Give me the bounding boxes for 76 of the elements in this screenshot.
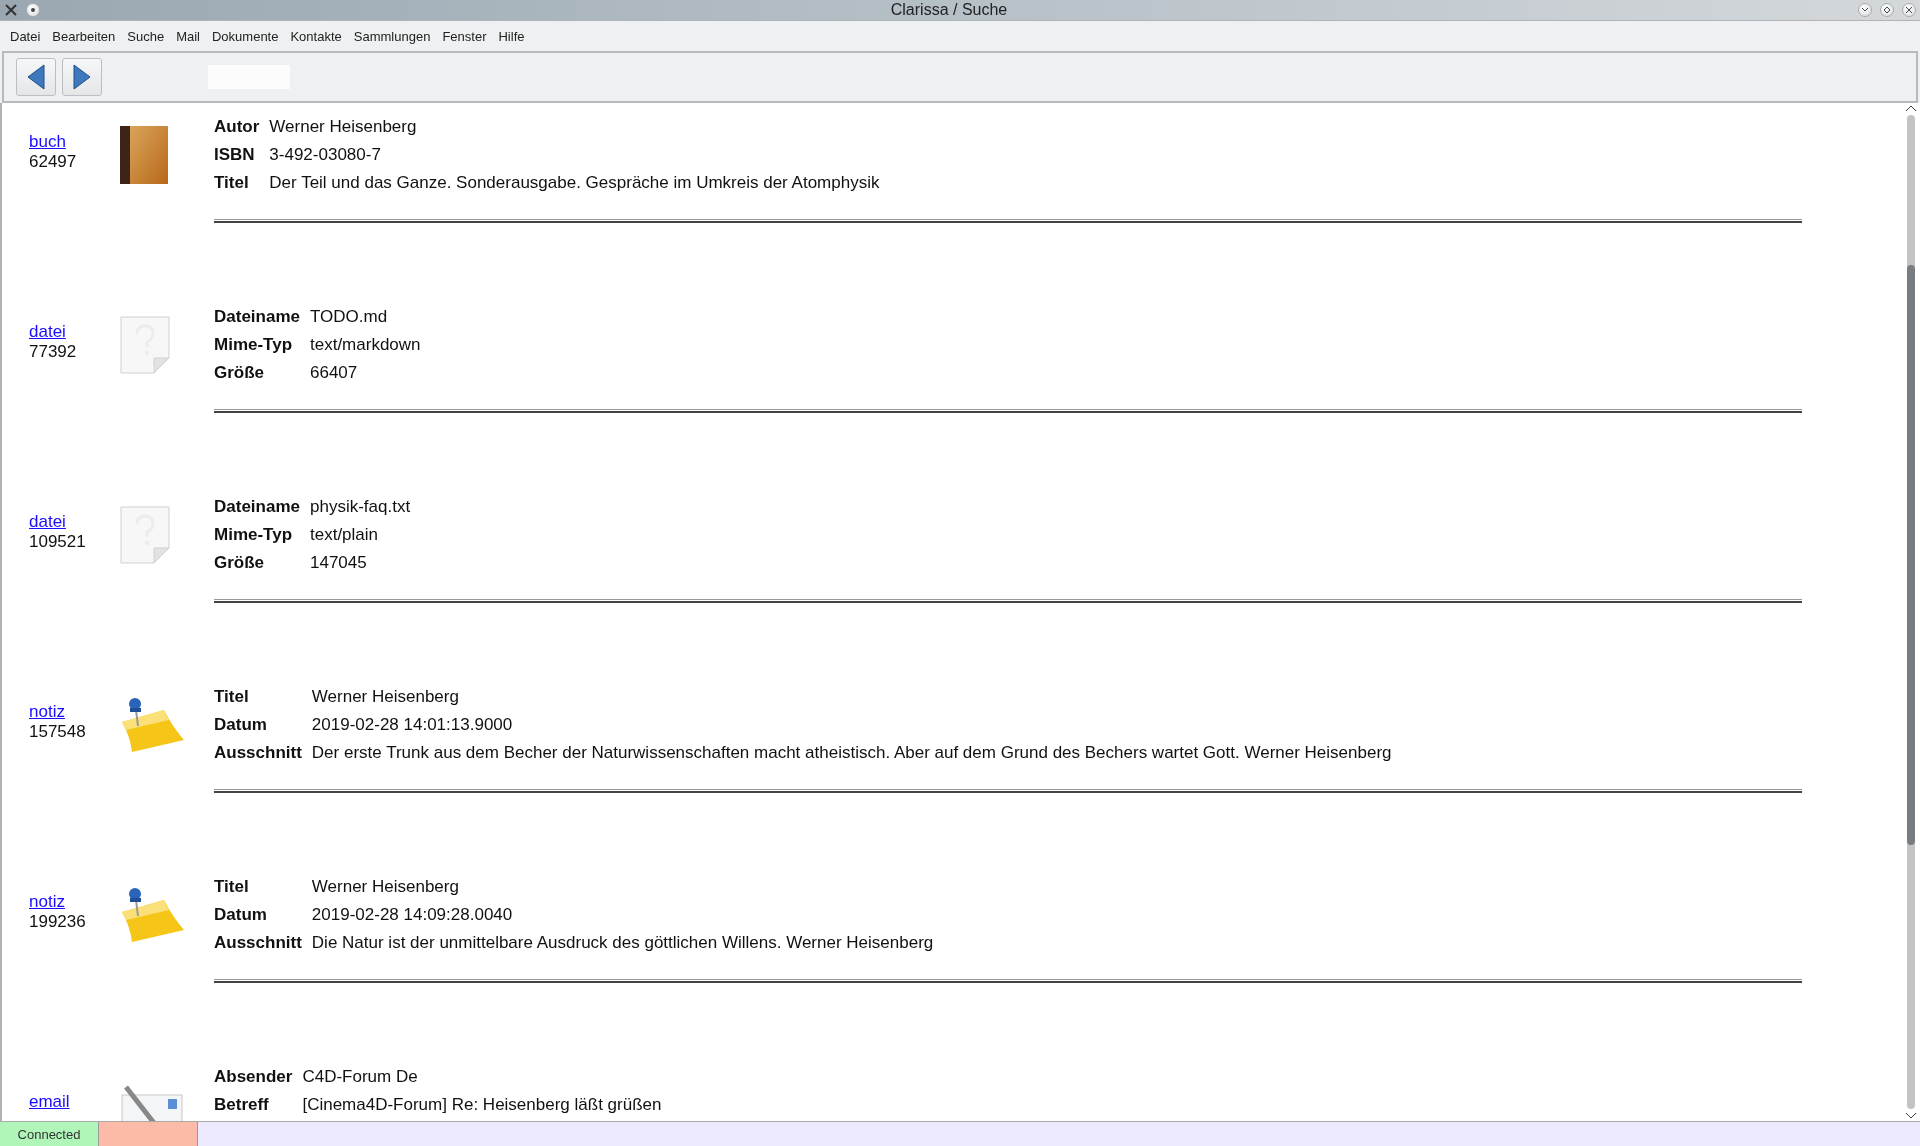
result-id: 199236 (29, 912, 87, 932)
field-label: Autor (214, 116, 260, 138)
sticky-note-icon (120, 886, 184, 944)
field-value: Werner Heisenberg (311, 876, 460, 898)
pin-button[interactable] (26, 3, 40, 17)
scroll-down-icon (1906, 1113, 1916, 1119)
field-label: Ausschnitt (214, 932, 302, 954)
field-value: 2019-02-28 14:09:28.0040 (311, 904, 514, 926)
field-label: Titel (214, 876, 250, 898)
menu-item[interactable]: Kontakte (284, 28, 348, 44)
sticky-note-icon (120, 696, 184, 754)
forward-arrow-icon (72, 64, 92, 90)
forward-button[interactable] (62, 58, 102, 96)
result-id: 77392 (29, 342, 78, 362)
field-value: 66407 (310, 362, 359, 384)
menu-item[interactable]: Fenster (436, 28, 493, 44)
field-label: Titel (214, 686, 250, 708)
field-label: Betreff (214, 1094, 270, 1116)
field-value: Werner Heisenberg (269, 116, 418, 138)
connection-status: Connected (0, 1122, 99, 1146)
field-value: C4D-Forum De (302, 1066, 419, 1088)
result-type-link[interactable]: notiz (29, 892, 102, 912)
field-label: Ausschnitt (214, 742, 302, 764)
field-label: Mime-Typ (214, 334, 294, 356)
field-value: physik-faq.txt (310, 496, 412, 518)
field-value: [Cinema4D-Forum] Re: Heisenberg läßt grüßen (302, 1094, 663, 1116)
menu-item[interactable]: Mail (170, 28, 206, 44)
app-logo-icon (4, 3, 18, 17)
field-value: Der Teil und das Ganze. Sonderausgabe. Gespräche im Umkreis der Atomphysik (269, 172, 881, 194)
field-value: 147045 (310, 552, 368, 574)
result-id: 109521 (29, 532, 87, 552)
dot-icon (31, 8, 35, 12)
result-id: 157548 (29, 722, 87, 742)
chevron-down-icon (1862, 8, 1868, 12)
diamond-icon (1884, 7, 1890, 13)
result-type-link[interactable]: notiz (29, 702, 102, 722)
field-value: text/plain (310, 524, 380, 546)
field-label: Absender (214, 1066, 293, 1088)
result-type-link[interactable]: email (29, 1092, 102, 1112)
field-label: Datum (214, 714, 268, 736)
field-value: text/markdown (310, 334, 422, 356)
field-label: Titel (214, 172, 250, 194)
menu-item[interactable]: Suche (121, 28, 171, 44)
field-label: Größe (214, 362, 266, 384)
close-icon (1906, 7, 1912, 13)
back-arrow-icon (26, 64, 46, 90)
menu-item[interactable]: Dokumente (205, 28, 285, 44)
field-label: Datum (214, 904, 268, 926)
scroll-up-icon (1906, 105, 1916, 111)
field-label: Größe (214, 552, 266, 574)
field-value: Werner Heisenberg (311, 686, 460, 708)
menu-item[interactable]: Hilfe (492, 28, 531, 44)
field-label: Mime-Typ (214, 524, 294, 546)
menu-item[interactable]: Datei (4, 28, 47, 44)
result-type-link[interactable]: buch (29, 132, 102, 152)
field-value: Die Natur ist der unmittelbare Ausdruck des göttlichen Willens. Werner Heisenberg (311, 932, 935, 954)
field-value: 3-492-03080-7 (269, 144, 382, 166)
field-value: Der erste Trunk aus dem Becher der Naturwissenschaften macht atheistisch. Aber auf dem Grund des Bechers wartet Gott. Werner Heisenberg (311, 742, 1393, 764)
unknown-file-icon (120, 316, 170, 374)
window-title: Clarissa / Suche (889, 1, 1009, 19)
result-type-link[interactable]: datei (29, 322, 102, 342)
result-id: 62497 (29, 152, 78, 172)
maximize-button[interactable] (1880, 3, 1894, 17)
menu-item[interactable]: Sammlungen (347, 28, 437, 44)
field-label: Dateiname (214, 306, 300, 328)
back-button[interactable] (16, 58, 56, 96)
menu-item[interactable]: Bearbeiten (46, 28, 122, 44)
field-label: Dateiname (214, 496, 300, 518)
close-button[interactable] (1902, 3, 1916, 17)
field-value: 2019-02-28 14:01:13.9000 (311, 714, 514, 736)
unknown-file-icon (120, 506, 170, 564)
book-icon (120, 126, 168, 184)
result-type-link[interactable]: datei (29, 512, 102, 532)
field-value: TODO.md (310, 306, 389, 328)
minimize-button[interactable] (1858, 3, 1872, 17)
field-label: ISBN (214, 144, 256, 166)
